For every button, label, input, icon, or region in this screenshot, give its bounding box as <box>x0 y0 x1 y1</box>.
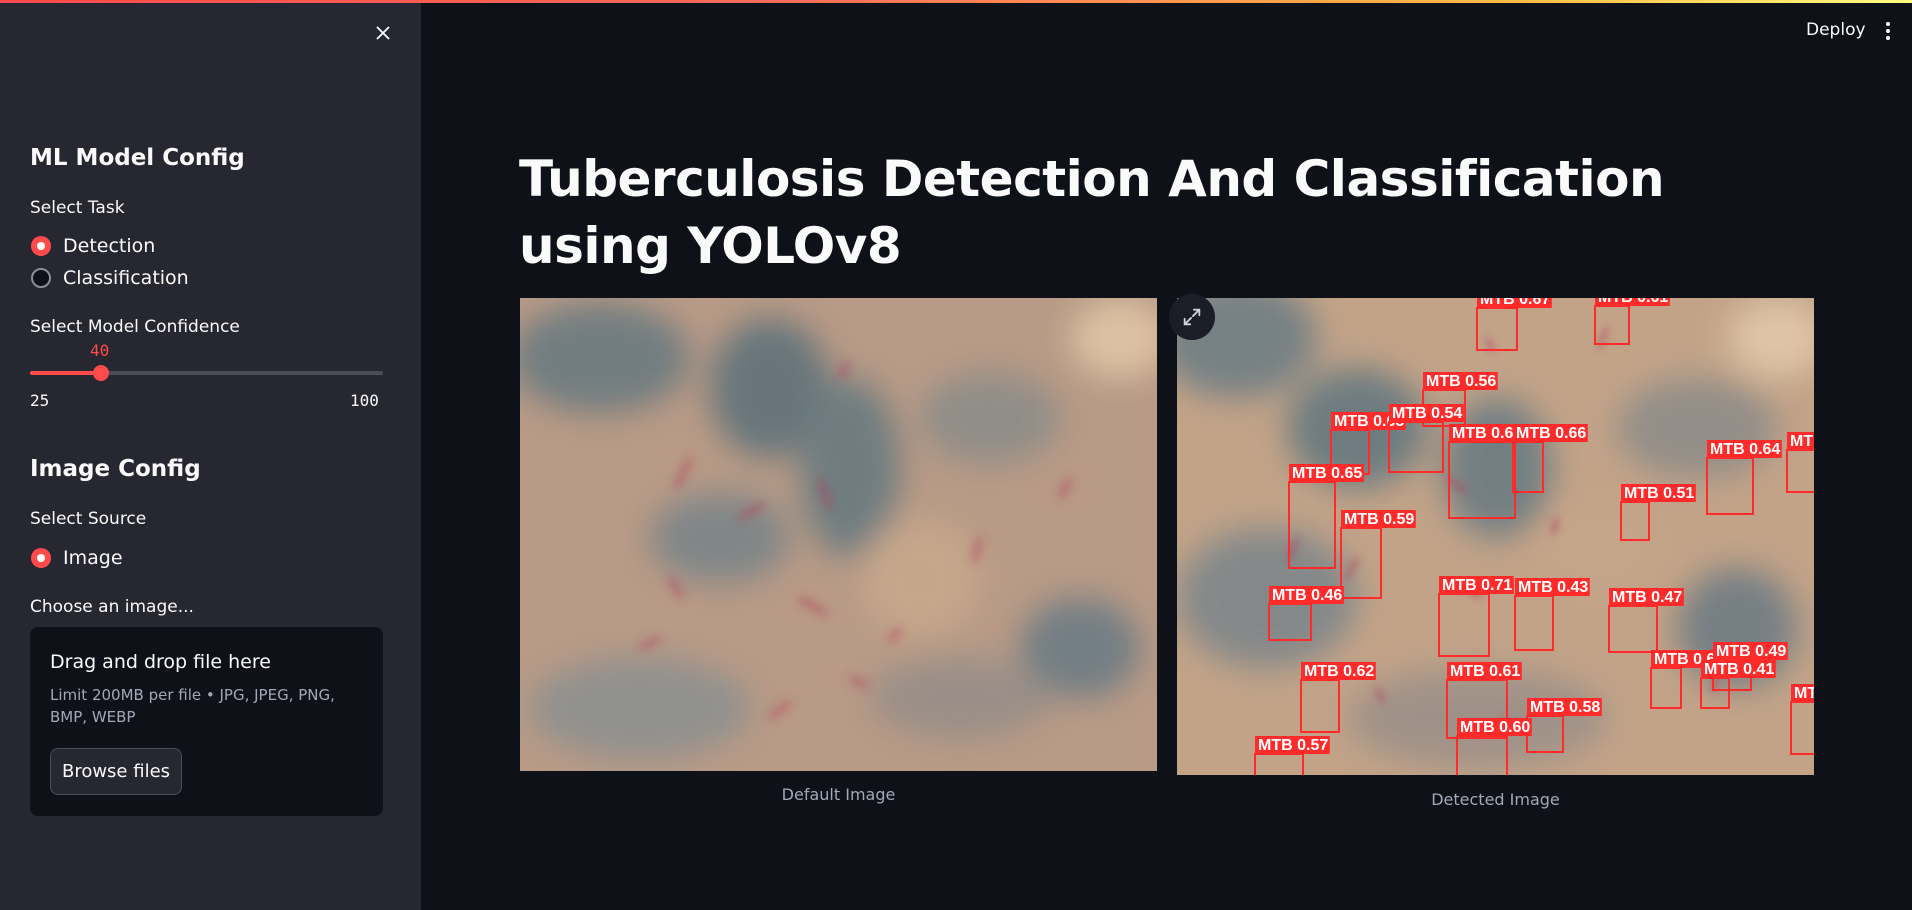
close-sidebar-button[interactable] <box>372 22 394 44</box>
radio-button-selected[interactable] <box>31 548 51 568</box>
confidence-slider[interactable] <box>30 365 383 381</box>
browse-files-button[interactable]: Browse files <box>50 748 182 795</box>
slider-thumb[interactable] <box>93 365 109 381</box>
detection-label: MTB 0.47 <box>1612 589 1682 606</box>
radio-option-classification[interactable]: Classification <box>31 267 189 289</box>
select-task-label: Select Task <box>30 198 125 218</box>
default-image-caption: Default Image <box>781 785 896 804</box>
fullscreen-button[interactable] <box>1169 294 1215 340</box>
radio-label: Image <box>63 547 123 569</box>
radio-option-image[interactable]: Image <box>31 547 123 569</box>
detection-label: MTB 0.43 <box>1518 579 1588 596</box>
radio-label: Classification <box>63 267 189 289</box>
dropzone-limits: Limit 200MB per file • JPG, JPEG, PNG, B… <box>50 686 335 726</box>
slider-max-value: 100 <box>350 391 379 410</box>
detection-label: MTB 0.54 <box>1392 405 1462 422</box>
model-config-heading: ML Model Config <box>30 145 245 171</box>
detection-label: MTB 0.41 <box>1704 661 1774 678</box>
slider-current-value: 40 <box>90 341 110 360</box>
detection-label: MTB <box>1794 685 1814 702</box>
detection-label: MTB 0.58 <box>1530 699 1600 716</box>
image-config-heading: Image Config <box>30 456 201 482</box>
close-icon <box>376 26 390 40</box>
radio-label: Detection <box>63 235 156 257</box>
deploy-button[interactable]: Deploy <box>1806 20 1866 40</box>
file-dropzone[interactable]: Drag and drop file here Limit 200MB per … <box>30 627 383 816</box>
main-menu-button[interactable] <box>1884 22 1892 42</box>
detection-label: MTB 0.64 <box>1710 441 1780 458</box>
more-vertical-icon <box>1884 22 1892 40</box>
radio-button[interactable] <box>31 268 51 288</box>
fullscreen-icon <box>1183 308 1201 326</box>
sidebar: ML Model Config Select Task Detection Cl… <box>0 0 421 910</box>
select-source-label: Select Source <box>30 509 147 529</box>
detection-label: MTB 0.51 <box>1624 485 1694 502</box>
detection-label: MTB 0.59 <box>1344 511 1414 528</box>
detection-label: MTB 0.65 <box>1292 465 1362 482</box>
detected-image: MTB 0.67 MTB 0.61 MTB 0.56 MTB 0.65 MTB 0.54… <box>1177 298 1814 775</box>
radio-option-detection[interactable]: Detection <box>31 235 155 257</box>
choose-image-label: Choose an image... <box>30 597 194 617</box>
header-decoration-bar <box>0 0 1912 3</box>
detection-label: MTB <box>1790 433 1814 450</box>
radio-button-selected[interactable] <box>31 236 51 256</box>
detection-label: MTB 0.61 <box>1598 298 1668 306</box>
slider-min-value: 25 <box>30 391 50 410</box>
detection-label: MTB 0.71 <box>1442 577 1512 594</box>
detection-label: MTB 0.57 <box>1258 737 1328 754</box>
detection-label: MTB 0.66 <box>1516 425 1586 442</box>
detection-label: MTB 0.46 <box>1272 587 1342 604</box>
slider-fill <box>30 371 101 375</box>
default-image <box>520 298 1157 771</box>
confidence-label: Select Model Confidence <box>30 317 240 337</box>
page-title: Tuberculosis Detection And Classificatio… <box>519 150 1665 275</box>
detection-label: MTB 0.61 <box>1450 663 1520 680</box>
detection-label: MTB 0.60 <box>1460 719 1530 736</box>
dropzone-title: Drag and drop file here <box>50 651 271 673</box>
detection-label: MTB 0.67 <box>1480 298 1550 308</box>
detection-label: MTB 0.63 <box>1452 425 1522 442</box>
detection-label: MTB 0.62 <box>1304 663 1374 680</box>
detection-label: MTB 0.56 <box>1426 373 1496 390</box>
detection-label: MTB 0.49 <box>1716 643 1786 660</box>
detected-image-caption: Detected Image <box>1431 790 1560 809</box>
